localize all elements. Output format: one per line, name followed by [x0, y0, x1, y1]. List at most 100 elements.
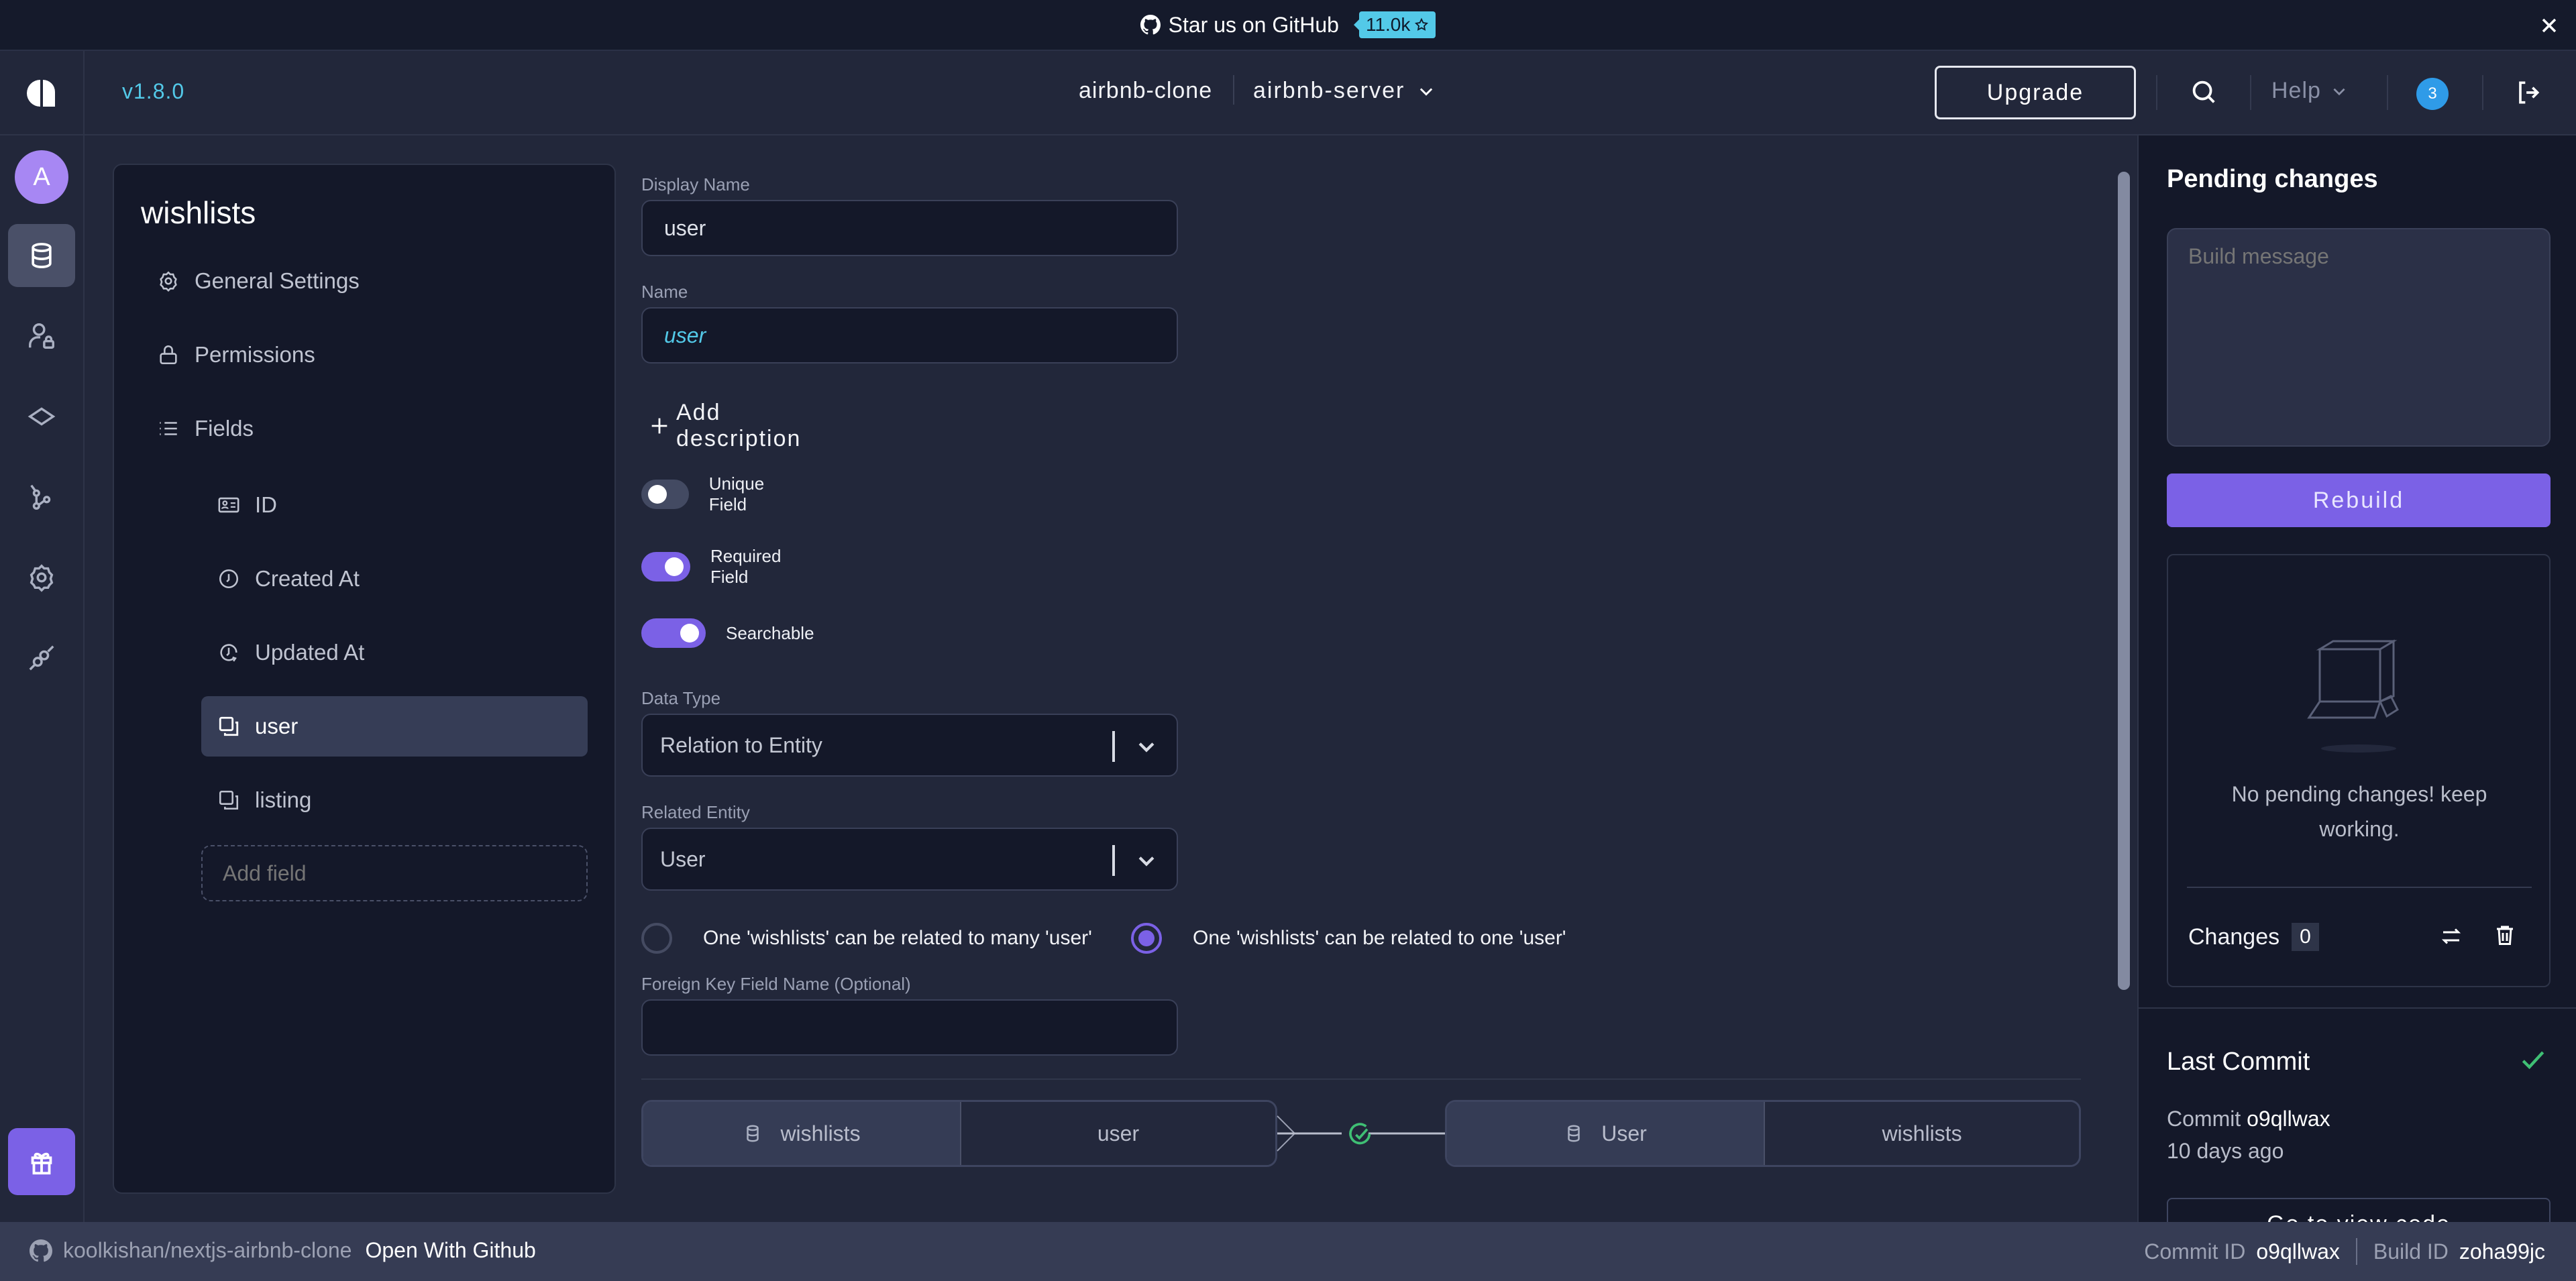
- relation-option-one[interactable]: One 'wishlists' can be related to one 'u…: [1131, 923, 1566, 954]
- related-entity-value: User: [660, 846, 706, 871]
- chevron-down-icon: [1417, 82, 1436, 101]
- nav-label: Permissions: [195, 342, 315, 367]
- database-icon: [27, 241, 56, 270]
- chevron-down-icon: [1135, 735, 1158, 758]
- field-item-user[interactable]: user: [201, 696, 588, 757]
- relation-option-many[interactable]: One 'wishlists' can be related to many '…: [641, 923, 1092, 954]
- check-circle-icon: [1347, 1121, 1374, 1148]
- id-card-icon: [217, 494, 240, 516]
- github-icon: [1140, 15, 1161, 35]
- changes-label: Changes: [2188, 924, 2280, 950]
- unique-field-toggle[interactable]: [641, 480, 689, 509]
- field-item-listing[interactable]: listing: [201, 770, 588, 830]
- entity-nav-fields[interactable]: Fields: [157, 416, 254, 441]
- rail-item-roles[interactable]: [8, 304, 75, 368]
- last-commit-id[interactable]: Commit o9qllwax: [2167, 1107, 2330, 1131]
- nav-label: General Settings: [195, 268, 360, 293]
- github-star-banner: Star us on GitHub 11.0k: [0, 0, 2576, 51]
- empty-state-message: No pending changes! keep working.: [2231, 782, 2487, 841]
- trash-icon[interactable]: [2493, 923, 2517, 947]
- select-divider: [1112, 845, 1115, 876]
- add-description-button[interactable]: Add description: [648, 400, 801, 452]
- entity-nav-general-settings[interactable]: General Settings: [157, 268, 360, 294]
- rail-item-connections[interactable]: [8, 626, 75, 689]
- target-entity-cell: User: [1447, 1102, 1764, 1165]
- target-field-name: wishlists: [1764, 1102, 2079, 1165]
- relation-icon: [217, 715, 240, 738]
- required-field-toggle-row: Required Field: [641, 546, 797, 588]
- panel-divider: [2139, 1007, 2576, 1009]
- form-scrollbar[interactable]: [2118, 172, 2130, 990]
- rail-item-sync-github[interactable]: [8, 465, 75, 528]
- rail-item-entities[interactable]: [8, 224, 75, 287]
- open-with-github-link[interactable]: Open With Github: [365, 1238, 535, 1263]
- top-header: v1.8.0 airbnb-clone airbnb-server Upgrad…: [0, 51, 2576, 135]
- header-divider: [2482, 75, 2483, 110]
- name-input[interactable]: user: [641, 307, 1178, 364]
- header-divider: [1233, 75, 1234, 105]
- header-divider: [2250, 75, 2251, 110]
- changes-divider: [2187, 887, 2532, 888]
- lock-icon: [157, 343, 180, 366]
- related-entity-select[interactable]: User: [641, 828, 1178, 891]
- plus-icon: [648, 414, 671, 437]
- star-count-badge[interactable]: 11.0k: [1353, 11, 1436, 38]
- status-bar: koolkishan/nextjs-airbnb-clone Open With…: [0, 1222, 2576, 1281]
- help-menu[interactable]: Help: [2271, 78, 2348, 104]
- commit-id-value[interactable]: o9qllwax: [2256, 1239, 2340, 1264]
- project-name[interactable]: airbnb-clone: [1079, 78, 1212, 104]
- field-item-updated-at[interactable]: Updated At: [201, 622, 588, 683]
- data-type-value: Relation to Entity: [660, 732, 822, 757]
- build-id-value[interactable]: zoha99jc: [2459, 1239, 2545, 1264]
- repo-info: koolkishan/nextjs-airbnb-clone Open With…: [30, 1238, 536, 1263]
- rail-item-plugins[interactable]: [8, 385, 75, 448]
- close-icon[interactable]: [2537, 13, 2561, 38]
- clock-icon: [217, 567, 240, 590]
- display-name-label: Display Name: [641, 174, 750, 194]
- whats-new-button[interactable]: [8, 1128, 75, 1195]
- rebuild-button[interactable]: Rebuild: [2167, 474, 2551, 527]
- toggle-label: Unique Field: [708, 474, 765, 514]
- resource-selector[interactable]: airbnb-server: [1253, 78, 1436, 104]
- diamond-icon: [26, 401, 57, 432]
- database-icon: [1564, 1121, 1584, 1146]
- star-github-text: Star us on GitHub: [1168, 12, 1339, 37]
- entity-nav-permissions[interactable]: Permissions: [157, 342, 315, 368]
- chevron-down-icon: [2330, 82, 2348, 100]
- required-field-toggle[interactable]: [641, 552, 690, 581]
- help-label: Help: [2271, 78, 2321, 103]
- field-item-id[interactable]: ID: [201, 475, 588, 535]
- display-name-input[interactable]: user: [641, 200, 1178, 256]
- swap-icon[interactable]: [2439, 924, 2463, 948]
- source-entity-name: wishlists: [780, 1121, 861, 1146]
- status-divider: [2355, 1238, 2357, 1265]
- data-type-select[interactable]: Relation to Entity: [641, 714, 1178, 777]
- user-lock-icon: [26, 321, 57, 351]
- radio-one[interactable]: [1131, 923, 1162, 954]
- search-icon[interactable]: [2188, 76, 2219, 107]
- relation-source-card: wishlists user: [641, 1100, 1277, 1167]
- logout-icon[interactable]: [2513, 78, 2542, 107]
- build-info: Commit ID o9qllwax Build ID zoha99jc: [2144, 1238, 2545, 1265]
- build-message-input[interactable]: [2167, 228, 2551, 447]
- star-github-link[interactable]: Star us on GitHub 11.0k: [1140, 11, 1436, 38]
- avatar[interactable]: A: [15, 150, 68, 204]
- field-item-created-at[interactable]: Created At: [201, 549, 588, 609]
- add-field-input[interactable]: [201, 845, 588, 901]
- foreign-key-input[interactable]: [641, 999, 1178, 1056]
- radio-many[interactable]: [641, 923, 672, 954]
- searchable-toggle[interactable]: [641, 618, 706, 648]
- name-label: Name: [641, 282, 688, 302]
- rail-item-settings[interactable]: [8, 546, 75, 609]
- select-divider: [1112, 731, 1115, 762]
- plug-icon: [26, 643, 57, 673]
- toggle-label: Searchable: [726, 622, 814, 643]
- database-icon: [743, 1121, 763, 1146]
- clock-refresh-icon: [217, 641, 240, 664]
- upgrade-button[interactable]: Upgrade: [1935, 66, 2136, 119]
- notification-badge[interactable]: 3: [2416, 78, 2449, 110]
- unique-field-toggle-row: Unique Field: [641, 474, 781, 515]
- changes-summary: Changes 0: [2188, 923, 2319, 951]
- amplication-logo[interactable]: [0, 51, 85, 135]
- field-label: listing: [255, 787, 312, 812]
